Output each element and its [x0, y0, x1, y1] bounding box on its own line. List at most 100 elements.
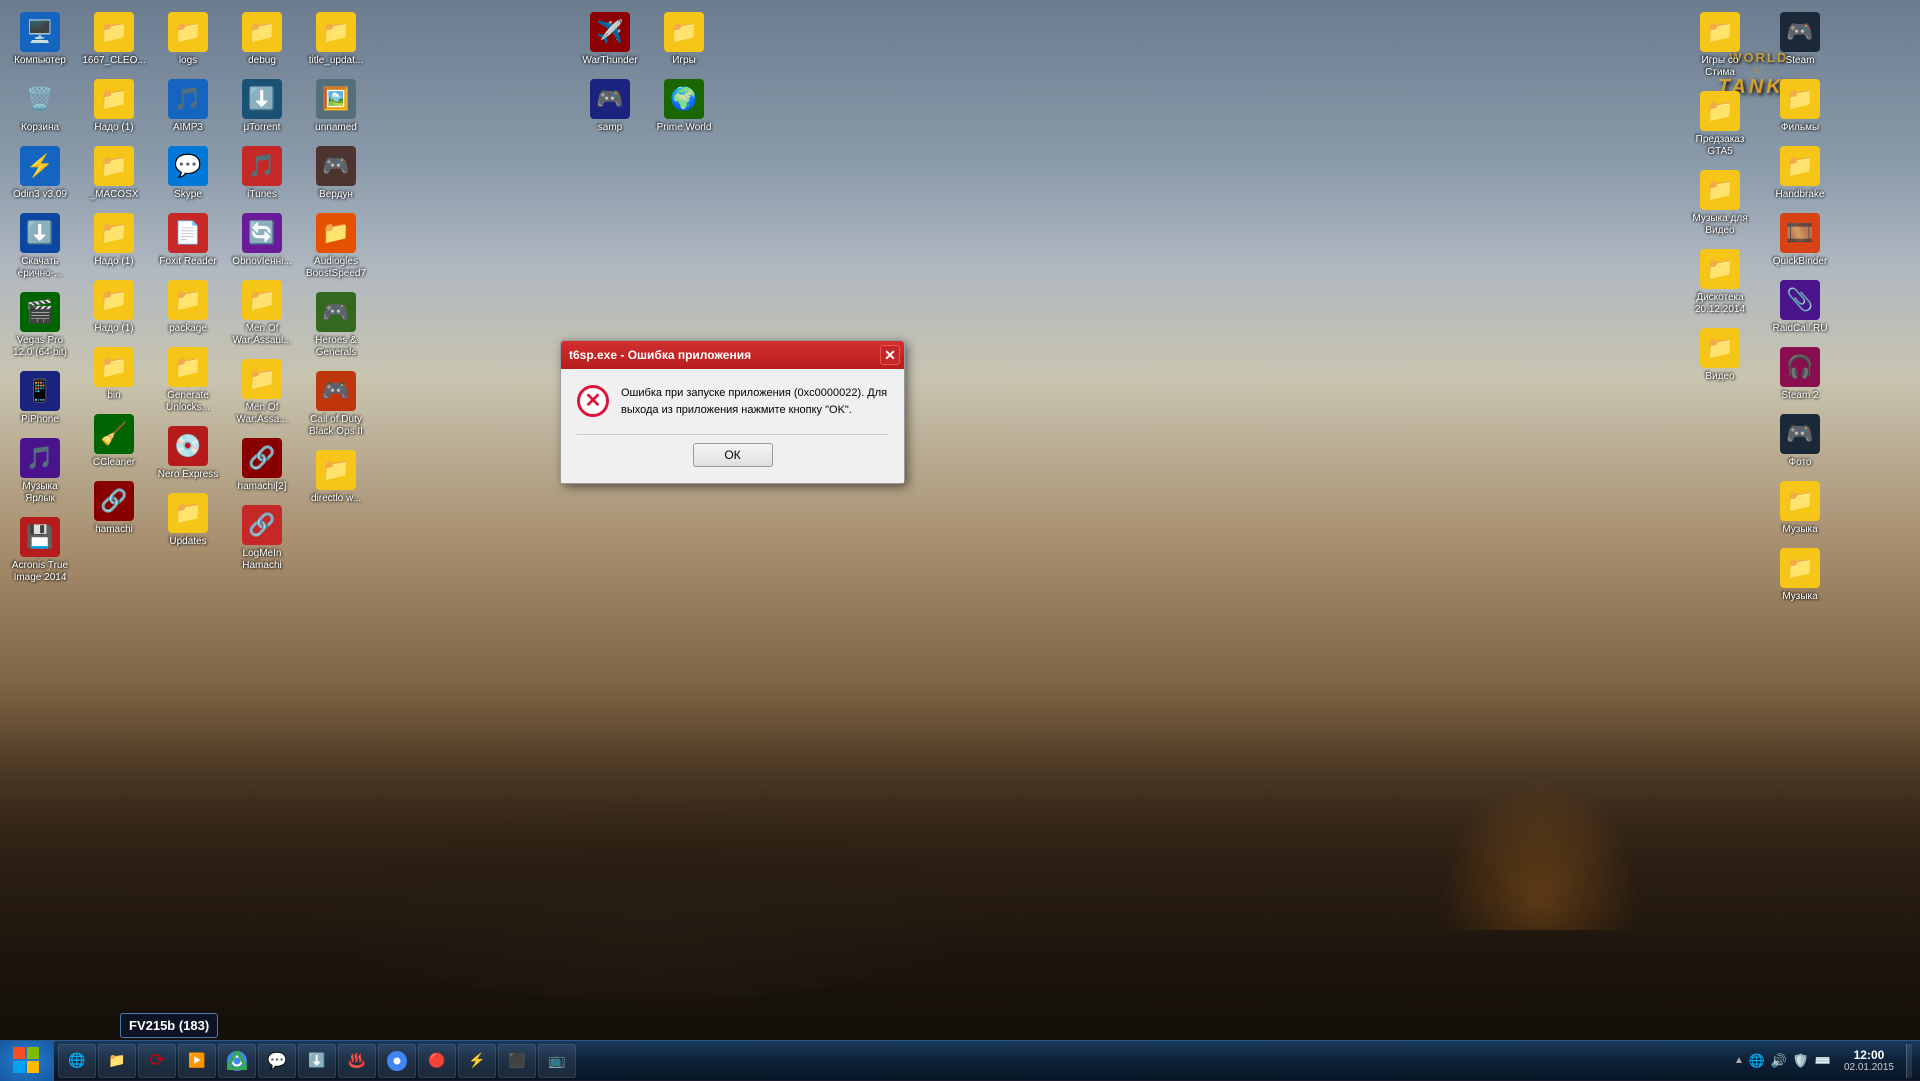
desktop-icon-logmein[interactable]: 🔗 LogMeIn Hamachi — [226, 501, 298, 576]
taskbar-explorer[interactable]: 📁 — [98, 1044, 136, 1078]
desktop-icon-samp[interactable]: 🎮 samp — [574, 75, 646, 138]
desktop-icon-diskoteka[interactable]: 📁 Видео — [1684, 324, 1756, 387]
error-dialog: t6sp.exe - Ошибка приложения ✕ ✕ Ошибка … — [560, 340, 905, 484]
desktop-icon-cod-bo2[interactable]: 🎮 Call of Duty Black Ops II — [300, 367, 372, 442]
taskbar-app-red[interactable]: 🔴 — [418, 1044, 456, 1078]
desktop-icon-foto[interactable]: 📁 Музыка — [1764, 477, 1836, 540]
desktop-icon-gta5-preorder[interactable]: 📁 Предзаказ GTA5 — [1684, 87, 1756, 162]
taskbar-chrome2[interactable] — [378, 1044, 416, 1078]
desktop-icon-aimp3[interactable]: 🎵 AIMP3 — [152, 75, 224, 138]
desktop-icon-cleo[interactable]: 📁 1667_CLEO... — [78, 8, 150, 71]
desktop-icon-quickbinder[interactable]: 📎 RaidCall.RU — [1764, 276, 1836, 339]
dialog-content: ✕ Ошибка при запуске приложения (0xc0000… — [577, 385, 888, 418]
app2-icon: ⚡ — [467, 1051, 487, 1071]
desktop-icon-istoriya[interactable]: 📁 Музыка для Видео — [1684, 166, 1756, 241]
desktop-icon-skype[interactable]: 💬 Skype — [152, 142, 224, 205]
desktop-icon-steam[interactable]: 🎮 Steam — [1764, 8, 1836, 71]
dialog-ok-button[interactable]: ОК — [693, 443, 773, 467]
tray-volume-icon[interactable]: 🔊 — [1770, 1052, 1788, 1070]
error-icon: ✕ — [577, 385, 609, 417]
dialog-footer: ОК — [577, 443, 888, 471]
taskbar-skype[interactable]: 💬 — [258, 1044, 296, 1078]
app-red-icon: 🔴 — [427, 1051, 447, 1071]
screen2-icon: 📺 — [547, 1051, 567, 1071]
dialog-body: ✕ Ошибка при запуске приложения (0xc0000… — [561, 369, 904, 483]
desktop-icon-logs[interactable]: 📁 logs — [152, 8, 224, 71]
desktop-icon-vegas[interactable]: 🎬 Vegas Pro 12.0 (64-bit) — [4, 288, 76, 363]
desktop-icon-macosx[interactable]: 📁 _MACOSX — [78, 142, 150, 205]
desktop-icon-generate[interactable]: 📁 Generate Unlocks... — [152, 343, 224, 418]
desktop-icon-raidcall[interactable]: 🎧 Steam 2 — [1764, 343, 1836, 406]
desktop-icon-nado3[interactable]: 📁 Надо (1) — [78, 276, 150, 339]
steam-icon: ♨️ — [347, 1051, 367, 1071]
desktop-icon-igry[interactable]: 📁 Игры — [648, 8, 720, 71]
desktop-icon-directx[interactable]: 📁 directlo w... — [300, 446, 372, 509]
taskbar: 🌐 📁 ⟳ ▶️ 💬 — [0, 1040, 1920, 1080]
tray-network-icon[interactable]: 🌐 — [1748, 1052, 1766, 1070]
tray-keyboard-icon[interactable]: ⌨️ — [1814, 1052, 1832, 1070]
desktop-icon-heroes-generals[interactable]: 🎮 Heroes & Generals — [300, 288, 372, 363]
desktop-icon-igry-so-stima[interactable]: 📁 Игры со Стима — [1684, 8, 1756, 83]
desktop-icon-itunes[interactable]: 🎵 iTunes — [226, 142, 298, 205]
desktop-icon-updates[interactable]: 📁 Updates — [152, 489, 224, 552]
desktop-icon-ccleaner[interactable]: 🧹 CCleaner — [78, 410, 150, 473]
desktop-icon-computer[interactable]: 🖥️ Компьютер — [4, 8, 76, 71]
dialog-close-button[interactable]: ✕ — [880, 345, 900, 365]
desktop-icon-muzyka2[interactable]: 📁 Музыка — [1764, 544, 1836, 607]
desktop-icon-warthunder[interactable]: ✈️ WarThunder — [574, 8, 646, 71]
desktop-icon-nado1[interactable]: 📁 Надо (1) — [78, 75, 150, 138]
desktop-icon-menofwar1[interactable]: 📁 Men Of War:Assaul... — [226, 276, 298, 351]
clock-date: 02.01.2015 — [1844, 1062, 1894, 1073]
dialog-title: t6sp.exe - Ошибка приложения — [569, 348, 751, 362]
utorrent-icon: ⬇️ — [307, 1051, 327, 1071]
desktop-icon-recycle[interactable]: 🗑️ Корзина — [4, 75, 76, 138]
desktop-icon-muzyka-video[interactable]: 📁 Дискотека 20.12.2014 — [1684, 245, 1756, 320]
desktop-icon-download[interactable]: ⬇️ Скачать épично-... — [4, 209, 76, 284]
desktop-icon-title-update[interactable]: 📁 title_updat... — [300, 8, 372, 71]
desktop-icon-obnovlenni[interactable]: 🔄 ObnovIенні... — [226, 209, 298, 272]
desktop-icon-unnamed[interactable]: 🖼️ unnamed — [300, 75, 372, 138]
desktop-icon-debug[interactable]: 📁 debug — [226, 8, 298, 71]
taskbar-wmp[interactable]: ▶️ — [178, 1044, 216, 1078]
taskbar-game-preview: FV215b (183) — [120, 1013, 218, 1038]
desktop-icon-verdun[interactable]: 🎮 Вердун — [300, 142, 372, 205]
taskbar-utorrent[interactable]: ⬇️ — [298, 1044, 336, 1078]
desktop-icon-filmy[interactable]: 📁 Фильмы — [1764, 75, 1836, 138]
taskbar-steam[interactable]: ♨️ — [338, 1044, 376, 1078]
desktop-icon-prime-world[interactable]: 🌍 Prime World — [648, 75, 720, 138]
desktop-icon-menofwar2[interactable]: 📁 Men Of War:Assa... — [226, 355, 298, 430]
desktop-icon-acronis[interactable]: 💾 Acronis True Image 2014 — [4, 513, 76, 588]
desktop-icon-utorrent[interactable]: ⬇️ μTorrent — [226, 75, 298, 138]
desktop-icon-hamachi[interactable]: 🔗 hamachi — [78, 477, 150, 540]
taskbar-ie[interactable]: 🌐 — [58, 1044, 96, 1078]
desktop-icon-package[interactable]: 📁 package — [152, 276, 224, 339]
taskbar-app2[interactable]: ⚡ — [458, 1044, 496, 1078]
desktop-icon-piphone[interactable]: 📱 PiPhone — [4, 367, 76, 430]
desktop-icon-nado2[interactable]: 📁 Надо (1) — [78, 209, 150, 272]
desktop-icon-nero[interactable]: 💿 Nero Express — [152, 422, 224, 485]
clock[interactable]: 12:00 02.01.2015 — [1836, 1041, 1902, 1080]
clock-time: 12:00 — [1854, 1048, 1885, 1062]
tray-expand-arrow[interactable]: ▲ — [1734, 1055, 1744, 1066]
desktop-icon-hamachi2[interactable]: 🔗 hamachi[2] — [226, 434, 298, 497]
system-tray: ▲ 🌐 🔊 🛡️ ⌨️ 12:00 02.01.2015 — [1726, 1041, 1920, 1080]
taskbar-acronis[interactable]: ⟳ — [138, 1044, 176, 1078]
taskbar-screen2[interactable]: 📺 — [538, 1044, 576, 1078]
taskbar-items: 🌐 📁 ⟳ ▶️ 💬 — [54, 1041, 1726, 1080]
desktop-icon-bin[interactable]: 📁 bin — [78, 343, 150, 406]
tray-security-icon[interactable]: 🛡️ — [1792, 1052, 1810, 1070]
start-button[interactable] — [0, 1041, 54, 1081]
taskbar-chrome[interactable] — [218, 1044, 256, 1078]
desktop-icon-music[interactable]: 🎵 Музыка Ярлык — [4, 434, 76, 509]
desktop-icon-steam2[interactable]: 🎮 Фото — [1764, 410, 1836, 473]
desktop-icon-odin3[interactable]: ⚡ Odin3 v3.09 — [4, 142, 76, 205]
desktop-icon-foxit[interactable]: 📄 Foxit Reader — [152, 209, 224, 272]
desktop-icon-handbrake[interactable]: 🎞️ QuickBinder — [1764, 209, 1836, 272]
desktop-icon-video[interactable]: 📁 Handbrake — [1764, 142, 1836, 205]
skype-icon: 💬 — [267, 1051, 287, 1071]
show-desktop-button[interactable] — [1906, 1044, 1912, 1078]
explorer-icon: 📁 — [107, 1051, 127, 1071]
taskbar-screen[interactable]: ⬛ — [498, 1044, 536, 1078]
acronis-icon: ⟳ — [147, 1051, 167, 1071]
desktop-icon-audiogles[interactable]: 📁 Audiogles BoostSpeed7 — [300, 209, 372, 284]
